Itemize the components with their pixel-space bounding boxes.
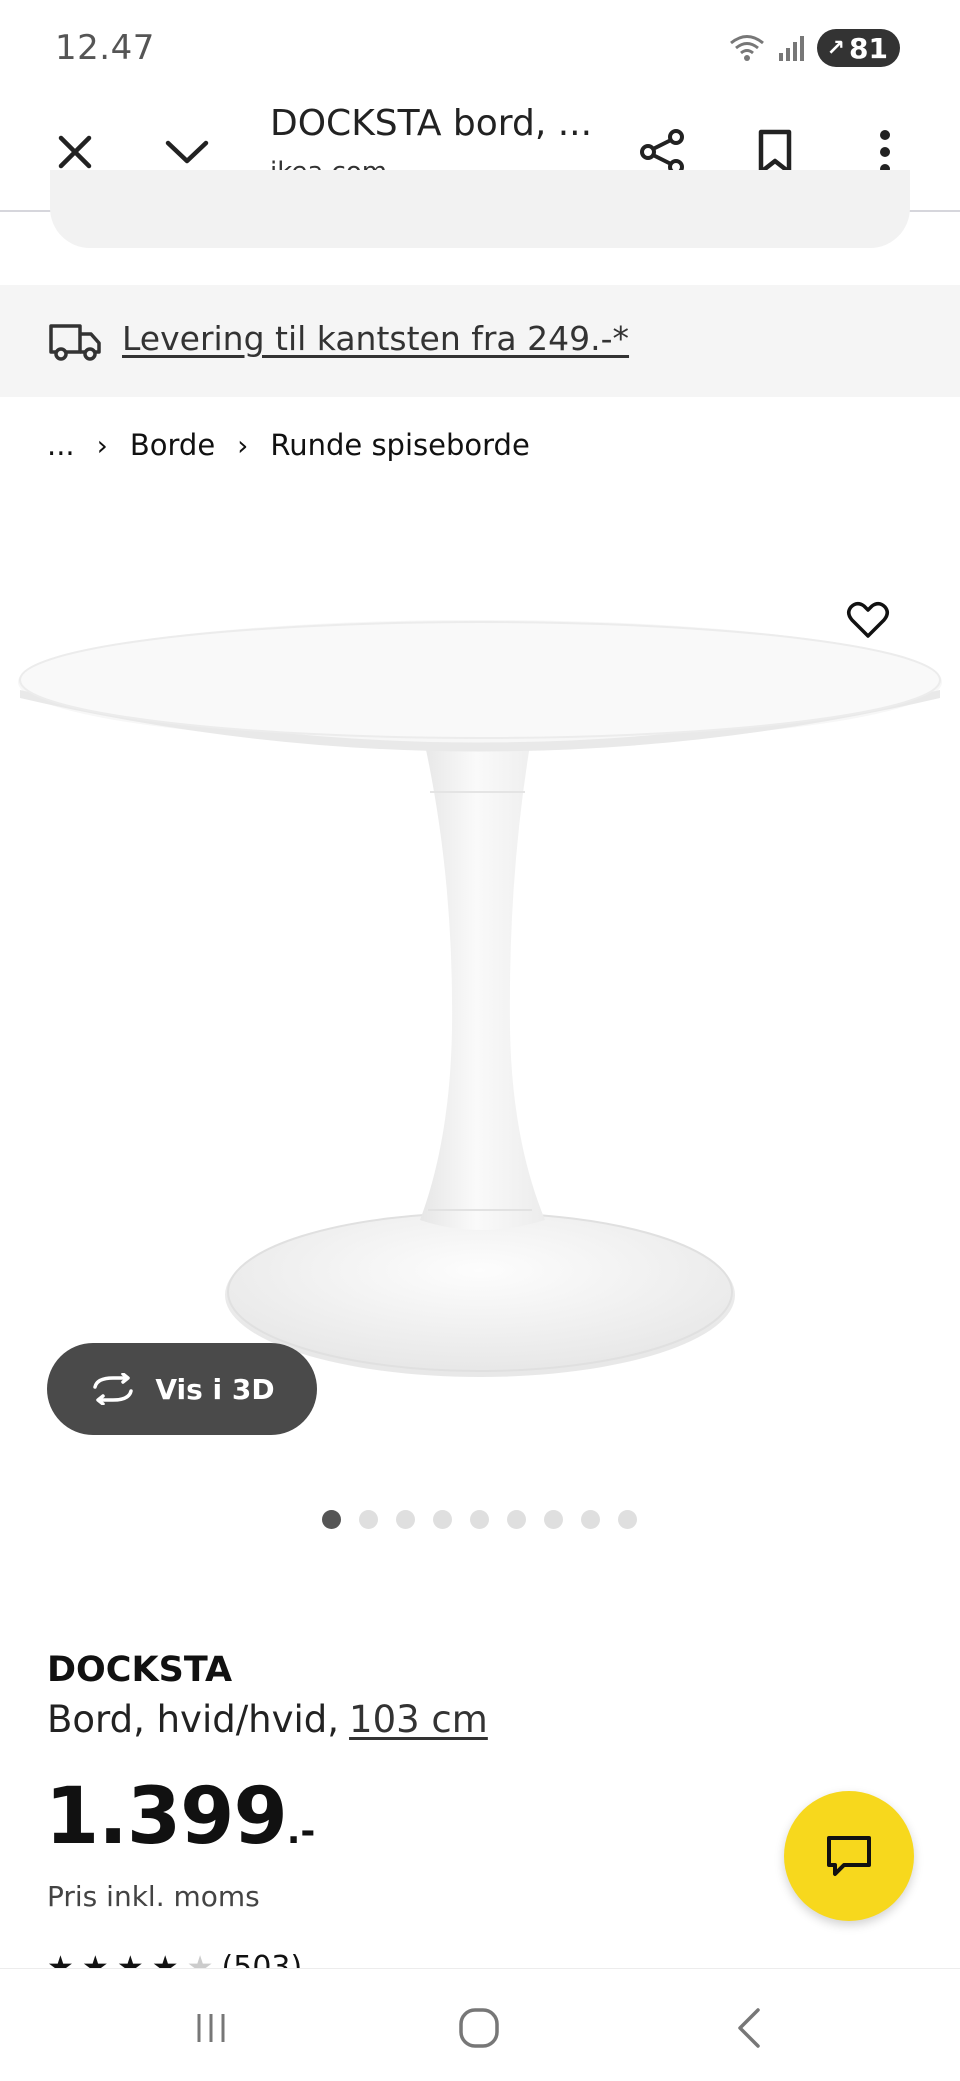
battery-indicator: ↗ 81 — [816, 29, 900, 67]
wifi-icon — [729, 35, 764, 61]
system-navigation-bar — [0, 1968, 960, 2081]
product-type: Bord, hvid/hvid, — [47, 1698, 340, 1741]
chevron-down-icon — [165, 140, 209, 164]
carousel-dot[interactable] — [433, 1510, 452, 1529]
breadcrumb-separator: › — [237, 428, 249, 462]
home-button[interactable] — [444, 1993, 514, 2063]
star-icon: ★ — [47, 1950, 74, 1968]
view-in-3d-label: Vis i 3D — [155, 1372, 275, 1406]
recent-apps-icon — [197, 2014, 225, 2042]
price-note: Pris inkl. moms — [47, 1880, 260, 1913]
bookmark-icon — [758, 129, 792, 175]
delivery-link[interactable]: Levering til kantsten fra 249.-* — [122, 319, 629, 358]
product-price: 1.399 .- — [45, 1772, 315, 1862]
price-suffix: .- — [286, 1811, 316, 1852]
carousel-dot[interactable] — [544, 1510, 563, 1529]
carousel-dot[interactable] — [359, 1510, 378, 1529]
heart-icon — [847, 602, 889, 638]
rotate-3d-icon — [93, 1373, 134, 1405]
back-button[interactable] — [714, 1993, 784, 2063]
product-description: Bord, hvid/hvid, 103 cm — [47, 1698, 488, 1741]
back-icon — [738, 2008, 760, 2048]
status-icons: ↗ 81 — [727, 28, 900, 68]
review-count: (503) — [221, 1950, 303, 1968]
star-icon: ★ — [81, 1950, 109, 1968]
battery-level: 81 — [849, 31, 888, 65]
carousel-dot[interactable] — [470, 1510, 489, 1529]
breadcrumb: ... › Borde › Runde spiseborde — [47, 428, 530, 462]
product-name: DOCKSTA — [47, 1650, 233, 1690]
image-carousel-indicator — [322, 1510, 637, 1529]
close-icon — [58, 135, 92, 169]
carousel-dot[interactable] — [618, 1510, 637, 1529]
search-bar-edge — [50, 170, 910, 248]
star-icon: ★ — [151, 1950, 179, 1968]
view-in-3d-button[interactable]: Vis i 3D — [47, 1343, 317, 1435]
delivery-banner: Levering til kantsten fra 249.-* — [0, 285, 960, 397]
battery-saver-icon: ↗ — [826, 35, 846, 61]
truck-icon — [49, 324, 101, 361]
page-title[interactable]: DOCKSTA bord, ... — [270, 103, 592, 144]
breadcrumb-separator: › — [96, 428, 108, 462]
breadcrumb-ellipsis[interactable]: ... — [47, 428, 75, 462]
star-icon: ★ — [116, 1950, 144, 1968]
chat-icon — [827, 1836, 871, 1876]
star-empty-icon: ★ — [186, 1950, 214, 1968]
signal-icon — [778, 36, 804, 61]
status-time: 12.47 — [55, 28, 155, 68]
product-rating[interactable]: ★ ★ ★ ★ ★ (503) — [47, 1950, 302, 1968]
carousel-dot[interactable] — [396, 1510, 415, 1529]
chat-button[interactable] — [784, 1791, 914, 1921]
product-image[interactable] — [0, 580, 960, 1400]
price-value: 1.399 — [45, 1772, 288, 1862]
status-bar: 12.47 ↗ 81 — [0, 0, 960, 95]
home-icon — [459, 2008, 499, 2048]
breadcrumb-item-runde-spiseborde[interactable]: Runde spiseborde — [270, 428, 529, 462]
carousel-dot[interactable] — [322, 1510, 341, 1529]
carousel-dot[interactable] — [507, 1510, 526, 1529]
favorite-button[interactable] — [838, 590, 898, 650]
product-size-link[interactable]: 103 cm — [349, 1698, 488, 1741]
recent-apps-button[interactable] — [176, 1993, 246, 2063]
more-vert-icon — [880, 130, 890, 174]
carousel-dot[interactable] — [581, 1510, 600, 1529]
breadcrumb-item-borde[interactable]: Borde — [130, 428, 215, 462]
